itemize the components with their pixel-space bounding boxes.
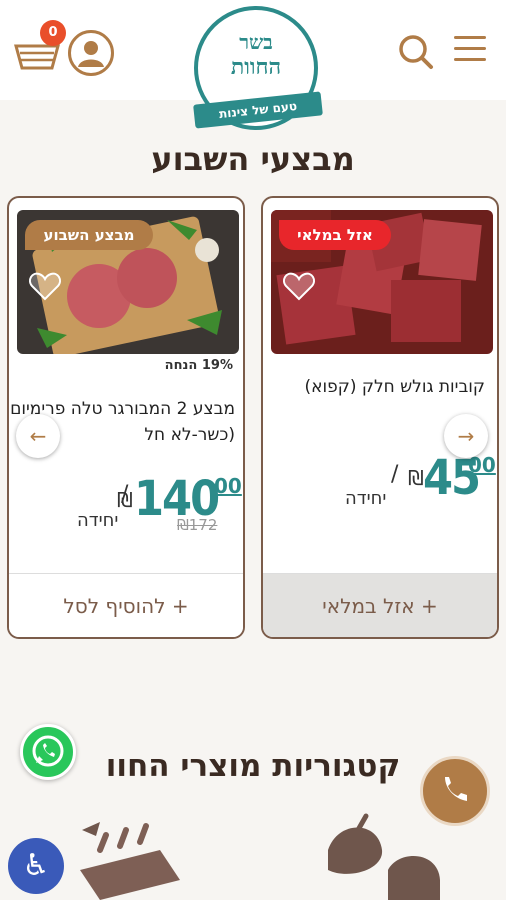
site-header: בשר החוות טעם של צינות 0 [0,0,506,130]
add-to-cart-button[interactable]: + להוסיף לסל [9,573,243,637]
user-account-icon[interactable] [68,30,114,76]
cart-count-badge[interactable]: 0 [40,20,66,46]
arrow-right-icon: → [457,424,475,448]
carousel-next-button[interactable]: → [444,414,488,458]
weekly-deals-title: מבצעי השבוע [151,140,355,178]
wheelchair-icon: ♿ [22,848,50,883]
wishlist-heart-icon[interactable] [281,268,317,304]
currency-symbol: ₪ [408,466,424,490]
price-unit: יחידה [77,510,119,531]
price-slash: / [121,482,129,507]
product-image-goulash-cubes[interactable]: אזל במלאי [271,210,493,354]
price-cents: 00 [214,474,242,498]
product-image-lamb-burger[interactable]: מבצע השבוע [17,210,239,354]
price-unit: יחידה [345,488,387,509]
accessibility-button[interactable]: ♿ [8,838,64,894]
product-name[interactable]: קוביות גולש חלק (קפוא) [275,374,485,400]
arrow-left-icon: ← [29,424,47,448]
discount-label: 19% הנחה [164,358,233,373]
logo-line2: החוות [230,54,282,80]
carousel-prev-button[interactable]: ← [16,414,60,458]
whatsapp-icon [32,735,64,767]
site-logo[interactable]: בשר החוות טעם של צינות [190,6,326,136]
whatsapp-chat-button[interactable] [20,724,76,780]
old-price: ₪172 [177,516,218,534]
wishlist-heart-icon[interactable] [27,268,63,304]
sold-out-button[interactable]: + אזל במלאי [263,573,497,637]
search-icon[interactable] [396,32,436,72]
price-main: 45 [423,450,481,506]
weekly-deal-badge: מבצע השבוע [25,220,153,250]
logo-line1: בשר [239,30,273,54]
category-illustration-meat-rack[interactable] [70,810,190,900]
price-slash: / [391,462,399,487]
category-illustration-meat-cuts[interactable] [318,810,448,900]
sold-out-badge: אזל במלאי [279,220,391,250]
hamburger-menu-icon[interactable] [454,36,486,66]
